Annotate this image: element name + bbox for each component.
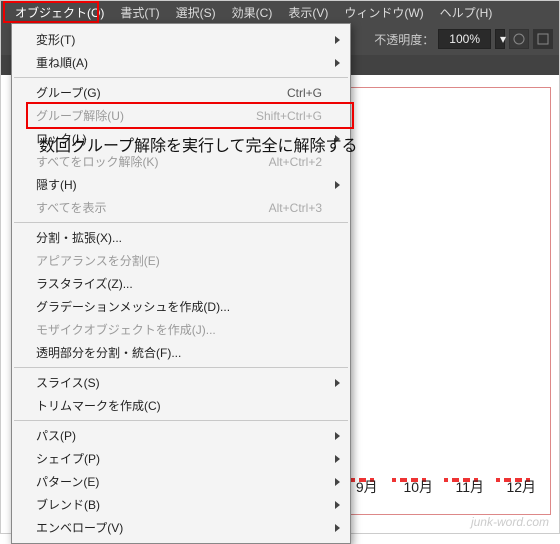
menu-item[interactable]: 重ね順(A) (12, 51, 350, 74)
menu-item-label: モザイクオブジェクトを作成(J)... (36, 321, 216, 338)
menu-item-shortcut: Ctrl+G (287, 86, 322, 100)
menu-item-shortcut: Shift+Ctrl+G (256, 109, 322, 123)
menubar-item[interactable]: 書式(T) (112, 2, 167, 23)
menu-item[interactable]: パス(P) (12, 424, 350, 447)
menu-item-label: 変形(T) (36, 31, 75, 48)
menu-item[interactable]: グループ(G) Ctrl+G (12, 81, 350, 104)
menu-item-label: 分割・拡張(X)... (36, 229, 122, 246)
menu-item-label: ブレンド(B) (36, 496, 100, 513)
menu-item[interactable]: 変形(T) (12, 28, 350, 51)
menu-item-shortcut: Alt+Ctrl+3 (269, 201, 322, 215)
menu-item: アピアランスを分割(E) (12, 249, 350, 272)
menu-item-label: アピアランスを分割(E) (36, 252, 160, 269)
opacity-dropdown[interactable]: ▾ (495, 29, 505, 49)
style-swatch-icon[interactable] (509, 29, 529, 49)
menu-item-label: スライス(S) (36, 374, 100, 391)
menu-separator (14, 222, 348, 223)
menu-item-label: すべてを表示 (36, 199, 106, 216)
menu-separator (14, 367, 348, 368)
menubar-item[interactable]: オブジェクト(O) (7, 2, 112, 23)
menu-item[interactable]: ラスタライズ(Z)... (12, 272, 350, 295)
opacity-field[interactable]: 100% (438, 29, 491, 49)
menu-item[interactable]: 分割・拡張(X)... (12, 226, 350, 249)
menu-item-shortcut: Alt+Ctrl+2 (269, 155, 322, 169)
panel-toggle-icon[interactable] (533, 29, 553, 49)
menu-item[interactable]: 透明部分を分割・統合(F)... (12, 341, 350, 364)
menu-item[interactable]: グラデーションメッシュを作成(D)... (12, 295, 350, 318)
menu-item[interactable]: 隠す(H) (12, 173, 350, 196)
x-axis-label: 12月 (496, 477, 548, 497)
menu-item-label: 透明部分を分割・統合(F)... (36, 344, 181, 361)
menubar-item[interactable]: 表示(V) (280, 2, 336, 23)
menu-item-label: 隠す(H) (36, 176, 77, 193)
x-axis-label: 11月 (444, 477, 496, 497)
menu-item[interactable]: トリムマークを作成(C) (12, 394, 350, 417)
menu-item-label: グループ(G) (36, 84, 101, 101)
menu-item-label: エンベロープ(V) (36, 519, 123, 536)
menu-item-label: シェイプ(P) (36, 450, 100, 467)
menu-item-label: ラスタライズ(Z)... (36, 275, 133, 292)
menu-item: グループ解除(U) Shift+Ctrl+G (12, 104, 350, 127)
menubar-item[interactable]: ウィンドウ(W) (336, 2, 431, 23)
menubar: オブジェクト(O)書式(T)選択(S)効果(C)表示(V)ウィンドウ(W)ヘルプ… (1, 1, 559, 23)
menu-item[interactable]: スライス(S) (12, 371, 350, 394)
menu-item-label: トリムマークを作成(C) (36, 397, 161, 414)
menu-item: モザイクオブジェクトを作成(J)... (12, 318, 350, 341)
menu-item[interactable]: エンベロープ(V) (12, 516, 350, 539)
bar-chart (341, 181, 547, 481)
watermark: junk-word.com (471, 515, 549, 529)
menu-item-label: グラデーションメッシュを作成(D)... (36, 298, 230, 315)
menubar-item[interactable]: 効果(C) (224, 2, 281, 23)
menu-item-label: パス(P) (36, 427, 76, 444)
menu-item[interactable]: パターン(E) (12, 470, 350, 493)
menu-separator (14, 420, 348, 421)
menu-item-label: グループ解除(U) (36, 107, 124, 124)
opacity-label: 不透明度： (374, 31, 434, 48)
annotation-text: 数回グループ解除を実行して完全に解除する (39, 132, 358, 156)
menu-item[interactable]: シェイプ(P) (12, 447, 350, 470)
menu-item-label: 重ね順(A) (36, 54, 88, 71)
menu-item: すべてを表示 Alt+Ctrl+3 (12, 196, 350, 219)
x-axis-label: 10月 (393, 477, 445, 497)
menu-separator (14, 77, 348, 78)
menubar-item[interactable]: 選択(S) (168, 2, 224, 23)
x-axis-labels: 9月10月11月12月 (341, 477, 547, 497)
menu-item-label: パターン(E) (36, 473, 99, 490)
menu-item[interactable]: ブレンド(B) (12, 493, 350, 516)
object-menu-dropdown: 変形(T) 重ね順(A) グループ(G) Ctrl+G グループ解除(U) Shift+C… (11, 23, 351, 544)
menubar-item[interactable]: ヘルプ(H) (432, 2, 501, 23)
